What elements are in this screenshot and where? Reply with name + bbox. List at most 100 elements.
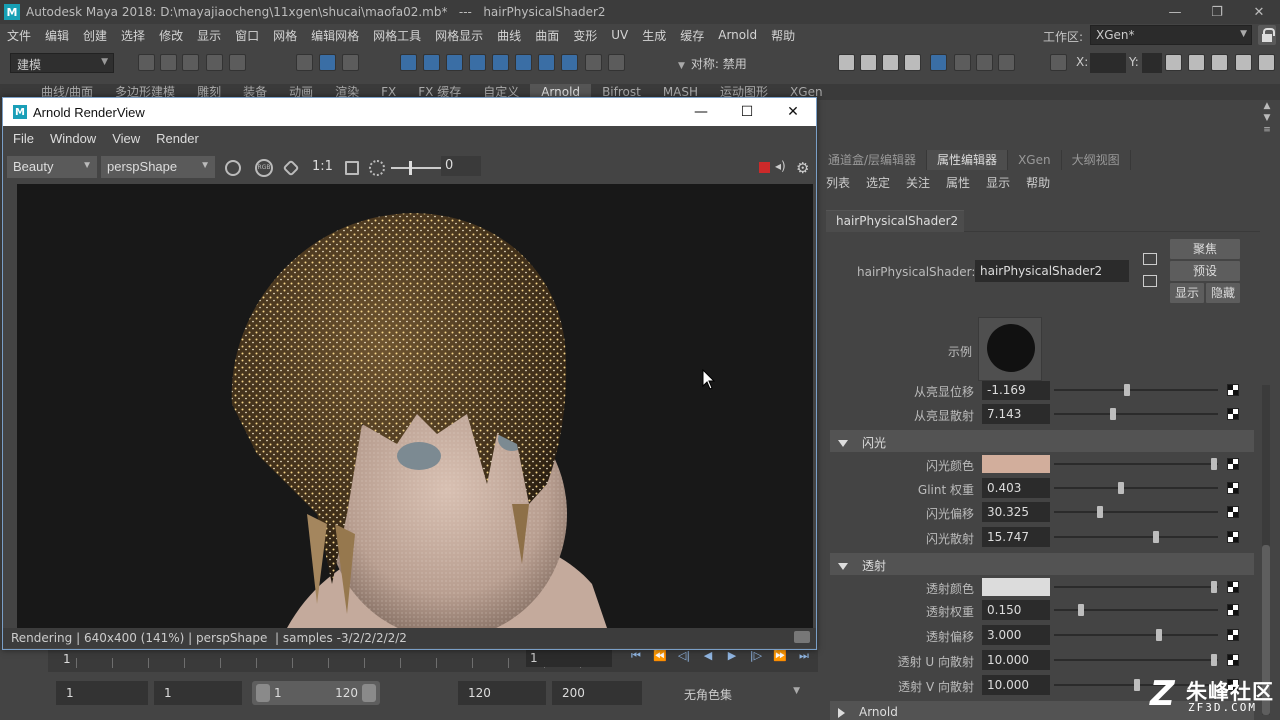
section-glint[interactable]: 闪光 (830, 430, 1254, 452)
workspace-select[interactable]: XGen* (1090, 25, 1252, 45)
channel-box-toggle-icon[interactable] (1258, 54, 1275, 71)
map-button-icon[interactable] (1227, 604, 1239, 616)
select-hierarchy-icon[interactable] (296, 54, 313, 71)
map-button-icon[interactable] (1227, 629, 1239, 641)
render-toggle-icon[interactable] (225, 160, 241, 176)
help-icon[interactable] (561, 54, 578, 71)
tab-outliner[interactable]: 大纲视图 (1062, 150, 1131, 170)
snapshot-icon[interactable] (794, 631, 810, 643)
tab-channel-box[interactable]: 通道盒/层编辑器 (818, 150, 928, 170)
menu-mesh-tools[interactable]: 网格工具 (366, 27, 428, 44)
ae-menu-help[interactable]: 帮助 (1026, 174, 1050, 191)
aov-dropdown[interactable]: Beauty ▼ (7, 156, 97, 178)
menu-generate[interactable]: 生成 (635, 27, 673, 44)
current-frame-field[interactable]: 1 (526, 649, 612, 667)
scene-end-field[interactable]: 200 (552, 681, 642, 705)
step-forward-key-icon[interactable]: ⏩ (768, 649, 792, 663)
attr-value-field[interactable]: 3.000 (982, 625, 1050, 645)
attr-slider-knob[interactable] (1118, 482, 1124, 494)
gear-icon[interactable]: ⚙ (796, 159, 809, 177)
attribute-editor-toggle-icon[interactable] (1211, 54, 1228, 71)
go-to-end-icon[interactable]: ⏭ (792, 649, 816, 663)
exposure-slider[interactable] (391, 161, 441, 175)
zoom-ratio-label[interactable]: 1:1 (312, 159, 333, 174)
close-icon[interactable]: ✕ (1238, 0, 1280, 24)
attr-value-field[interactable]: 0.403 (982, 478, 1050, 498)
tool-settings-icon[interactable] (1235, 54, 1252, 71)
menu-curves[interactable]: 曲线 (490, 27, 528, 44)
show-button[interactable]: 显示 (1170, 283, 1204, 303)
render-settings-icon[interactable] (882, 54, 899, 71)
attr-slider-track[interactable] (1054, 413, 1218, 415)
input-connections-icon[interactable] (1143, 253, 1157, 265)
ae-menu-attributes[interactable]: 属性 (946, 174, 970, 191)
range-handle-end[interactable] (362, 684, 376, 702)
go-to-start-icon[interactable]: ⏮ (624, 649, 648, 663)
attr-color-swatch[interactable] (982, 578, 1050, 596)
focus-button[interactable]: 聚焦 (1170, 239, 1240, 259)
menu-arnold[interactable]: Arnold (711, 28, 764, 42)
attr-value-field[interactable]: 30.325 (982, 502, 1050, 522)
transform-mode-icon[interactable] (1050, 54, 1067, 71)
attr-slider-knob[interactable] (1153, 531, 1160, 543)
attr-slider-knob[interactable] (1097, 506, 1104, 518)
attr-slider-knob[interactable] (1210, 654, 1217, 666)
menu-help[interactable]: 帮助 (764, 27, 802, 44)
attr-slider-track[interactable] (1054, 487, 1218, 489)
map-button-icon[interactable] (1227, 654, 1239, 666)
render-canvas[interactable] (17, 184, 813, 628)
rv-menu-file[interactable]: File (13, 131, 34, 146)
notification-sound-icon[interactable]: ◂) (775, 159, 786, 173)
attr-value-field[interactable]: 10.000 (982, 675, 1050, 695)
attr-scrollbar[interactable] (1262, 385, 1270, 715)
new-scene-icon[interactable] (138, 54, 155, 71)
step-back-key-icon[interactable]: ⏪ (648, 649, 672, 663)
modeling-toolkit-icon[interactable] (1165, 54, 1182, 71)
snap-point-icon[interactable] (446, 54, 463, 71)
symmetry-dropdown[interactable]: ▼ 对称: 禁用 (672, 53, 802, 73)
open-scene-icon[interactable] (160, 54, 177, 71)
menu-mesh-display[interactable]: 网格显示 (428, 27, 490, 44)
x-coordinate-field[interactable] (1090, 53, 1126, 73)
menu-modify[interactable]: 修改 (152, 27, 190, 44)
construction-history-icon[interactable] (538, 54, 555, 71)
light-editor-icon[interactable] (954, 54, 971, 71)
attr-slider-knob[interactable] (1110, 408, 1116, 420)
snap-curve-icon[interactable] (423, 54, 440, 71)
menu-edit[interactable]: 编辑 (38, 27, 76, 44)
snap-view-plane-icon[interactable] (492, 54, 509, 71)
playback-start-field[interactable]: 1 (154, 681, 242, 705)
exposure-slider-knob[interactable] (409, 161, 412, 175)
character-set-dropdown[interactable]: 无角色集 ▼ (676, 681, 806, 705)
attr-color-swatch[interactable] (982, 455, 1050, 473)
alpha-channel-icon[interactable] (282, 159, 300, 177)
pause-viewport-icon[interactable] (998, 54, 1015, 71)
lock-icon[interactable] (1258, 25, 1276, 45)
attr-slider-knob[interactable] (1124, 384, 1131, 396)
attr-slider-track[interactable] (1054, 634, 1218, 636)
maximize-icon[interactable]: ☐ (724, 98, 770, 126)
tab-attribute-editor[interactable]: 属性编辑器 (927, 150, 1009, 170)
attr-slider-knob[interactable] (1210, 458, 1217, 470)
attr-slider-track[interactable] (1054, 389, 1218, 391)
range-slider-bar[interactable]: 1 120 (252, 681, 380, 705)
menu-create[interactable]: 创建 (76, 27, 114, 44)
soft-select-icon[interactable] (608, 54, 625, 71)
snap-projected-icon[interactable] (469, 54, 486, 71)
exposure-field[interactable]: 0 (441, 156, 481, 176)
map-button-icon[interactable] (1227, 408, 1239, 420)
human-ik-icon[interactable] (1188, 54, 1205, 71)
select-component-icon[interactable] (342, 54, 359, 71)
menu-deform[interactable]: 变形 (566, 27, 604, 44)
crop-region-icon[interactable] (345, 161, 359, 175)
playback-end-field[interactable]: 120 (458, 681, 546, 705)
rv-menu-window[interactable]: Window (50, 131, 96, 146)
attr-slider-knob[interactable] (1134, 679, 1140, 691)
arnold-render-icon[interactable] (976, 54, 993, 71)
menu-window[interactable]: 窗口 (228, 27, 266, 44)
save-scene-icon[interactable] (182, 54, 199, 71)
map-button-icon[interactable] (1227, 531, 1239, 543)
restore-icon[interactable]: ❐ (1196, 0, 1238, 24)
snap-grid-icon[interactable] (400, 54, 417, 71)
ae-menu-focus[interactable]: 关注 (906, 174, 930, 191)
